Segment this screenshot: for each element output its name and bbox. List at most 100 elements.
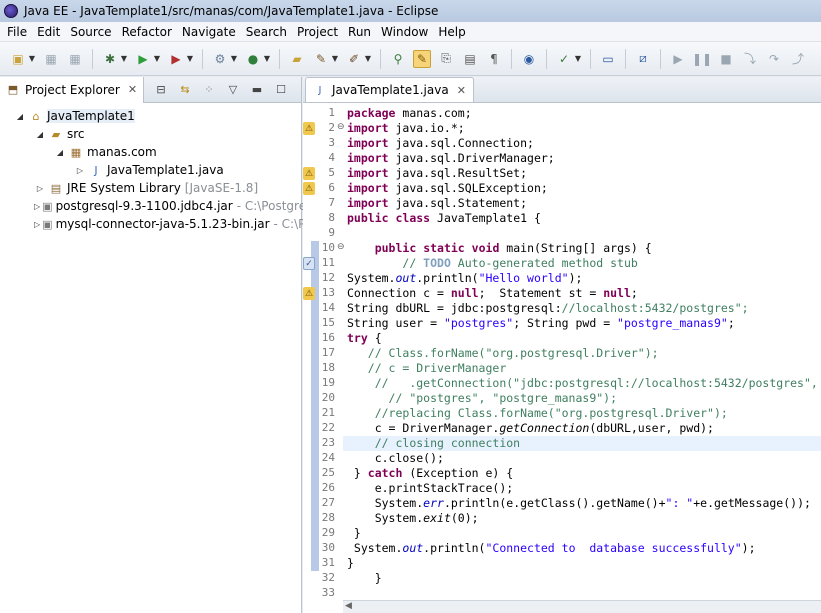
menu-window[interactable]: Window [376,22,433,42]
run-icon[interactable]: ▶ [134,50,152,68]
code-line[interactable]: System.exit(0); [347,511,479,525]
suspend-icon[interactable]: ❚❚ [692,50,712,68]
chevron-down-icon[interactable]: ▼ [153,50,161,68]
tree-item[interactable]: ▷ ▤ JRE System Library [JavaSE-1.8] [0,179,301,197]
tree-item[interactable]: ◢ ▰ src [0,125,301,143]
tab-project-explorer[interactable]: ⬒ Project Explorer ✕ [0,76,145,103]
code-line[interactable]: } [347,571,382,585]
tree-item[interactable]: ◢ ▦ manas.com [0,143,301,161]
close-icon[interactable]: ✕ [128,83,137,96]
code-line[interactable]: e.printStackTrace(); [347,481,513,495]
menu-search[interactable]: Search [241,22,292,42]
search-icon[interactable]: ✎ [312,50,330,68]
chevron-down-icon[interactable]: ▼ [186,50,194,68]
code-line[interactable]: } catch (Exception e) { [347,466,513,480]
code-line[interactable]: //replacing Class.forName("org.postgresq… [347,406,728,420]
scroll-left-icon[interactable]: ◀ [345,601,352,611]
show-whitespace-icon[interactable]: ▤ [461,50,479,68]
tree-item[interactable]: ▷ J JavaTemplate1.java [0,161,301,179]
warning-marker-icon[interactable]: ⚠ [303,122,315,135]
external-tools-icon[interactable]: ▶ [167,50,185,68]
mark-occurrences-icon[interactable]: ✎ [413,49,431,68]
fold-toggle-icon[interactable]: ⊖ [337,122,347,132]
step-into-icon[interactable]: ⤵ [741,50,759,68]
next-annotation-icon[interactable]: ✓ [555,50,573,68]
code-line[interactable]: Connection c = null; Statement st = null… [347,286,638,300]
code-line[interactable]: try { [347,331,382,345]
chevron-right-icon[interactable]: ▷ [34,220,40,229]
chevron-down-icon[interactable]: ▼ [331,50,339,68]
chevron-down-icon[interactable]: ▼ [574,50,582,68]
warning-marker-icon[interactable]: ⚠ [303,167,315,180]
task-marker-icon[interactable]: ✓ [303,257,315,270]
show-whitespace-icon[interactable]: ¶ [485,50,503,68]
chevron-down-icon[interactable]: ▼ [120,50,128,68]
code-line[interactable]: System.out.println("Hello world"); [347,271,582,285]
chevron-right-icon[interactable]: ▷ [34,202,40,211]
debug-icon[interactable]: ✱ [101,50,119,68]
code-line[interactable]: import java.sql.Statement; [347,196,527,210]
horizontal-scrollbar[interactable]: ◀ [343,600,821,613]
collapse-all-icon[interactable]: ⊟ [153,81,169,97]
code-line[interactable]: c.close(); [347,451,444,465]
code-line[interactable]: import java.sql.Connection; [347,136,534,150]
tab-javatemplate1-java[interactable]: J JavaTemplate1.java ✕ [305,77,474,102]
chevron-down-icon[interactable]: ▼ [28,50,36,68]
code-line[interactable]: // .getConnection("jdbc:postgresql://loc… [347,376,818,390]
resume-icon[interactable]: ▶ [669,50,687,68]
new-server-icon[interactable]: ⚙ [211,50,229,68]
code-line[interactable]: package manas.com; [347,106,472,120]
warning-marker-icon[interactable]: ⚠ [303,287,315,300]
chevron-down-icon[interactable]: ◢ [54,148,66,157]
new-icon[interactable]: ▣ [9,50,27,68]
menu-run[interactable]: Run [343,22,376,42]
search-icon[interactable]: ✐ [345,50,363,68]
code-line[interactable]: c = DriverManager.getConnection(dbURL,us… [347,421,714,435]
maximize-icon[interactable]: ☐ [273,81,289,97]
menu-navigate[interactable]: Navigate [177,22,241,42]
code-line[interactable]: import java.sql.ResultSet; [347,166,527,180]
code-line[interactable]: public class JavaTemplate1 { [347,211,541,225]
code-line[interactable]: // c = DriverManager [347,361,506,375]
save-icon[interactable]: ▦ [42,50,60,68]
menu-help[interactable]: Help [433,22,470,42]
filter-icon[interactable]: ⁘ [201,81,217,97]
warning-marker-icon[interactable]: ⚠ [303,182,315,195]
code-line[interactable]: // closing connection [347,436,520,450]
step-return-icon[interactable]: ⤴ [789,50,807,68]
web-browser-icon[interactable]: ◉ [520,50,538,68]
minimize-icon[interactable]: ▬ [249,81,265,97]
save-all-icon[interactable]: ▦ [66,50,84,68]
code-area[interactable]: 1 package manas.com; 2 ⚠ ⊖ import java.io.*; 3… [303,103,821,600]
code-line[interactable]: String user = "postgres"; String pwd = "… [347,316,735,330]
link-with-editor-icon[interactable]: ⇆ [177,81,193,97]
code-line[interactable]: public static void main(String[] args) { [347,241,652,255]
code-line[interactable]: import java.sql.SQLException; [347,181,548,195]
chevron-down-icon[interactable]: ▼ [263,50,271,68]
menu-edit[interactable]: Edit [32,22,65,42]
step-over-icon[interactable]: ↷ [765,50,783,68]
chevron-down-icon[interactable]: ◢ [14,112,26,121]
code-line[interactable]: // "postgres", "postgre_manas9"); [347,391,617,405]
menu-source[interactable]: Source [65,22,116,42]
open-console-icon[interactable]: ▭ [599,50,617,68]
toggle-breadcrumb-icon[interactable]: ⚲ [389,50,407,68]
code-line[interactable]: System.out.println("Connected to databas… [347,541,756,555]
chevron-down-icon[interactable]: ◢ [34,130,46,139]
tree-item[interactable]: ◢ ⌂ JavaTemplate1 [0,107,301,125]
code-line[interactable]: // TODO Auto-generated method stub [347,256,637,270]
menu-project[interactable]: Project [292,22,343,42]
open-type-icon[interactable]: ▰ [288,50,306,68]
code-line[interactable]: } [347,556,354,570]
code-line[interactable]: System.err.println(e.getClass().getName(… [347,496,811,510]
chevron-right-icon[interactable]: ▷ [34,184,46,193]
view-menu-icon[interactable]: ▽ [225,81,241,97]
code-line[interactable]: import java.io.*; [347,121,465,135]
tree-item[interactable]: ▷ ▣ mysql-connector-java-5.1.23-bin.jar - C… [0,215,317,233]
block-selection-icon[interactable]: ⎘ [437,50,455,68]
code-line[interactable]: } [347,526,361,540]
code-line[interactable]: String dbURL = jdbc:postgresql://localho… [347,301,749,315]
code-line[interactable]: import java.sql.DriverManager; [347,151,555,165]
close-icon[interactable]: ✕ [457,84,466,97]
chevron-down-icon[interactable]: ▼ [364,50,372,68]
